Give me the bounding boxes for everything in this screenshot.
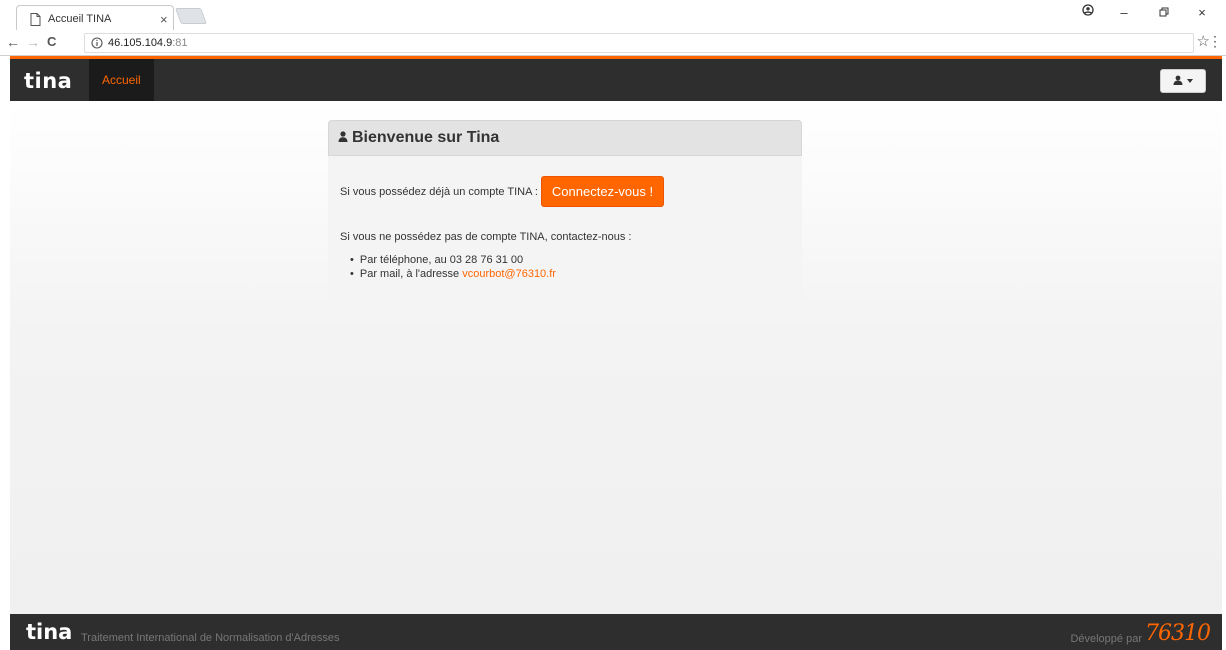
forward-icon[interactable]: → [26,34,40,50]
app-footer: tina Traitement International de Normali… [10,614,1222,650]
back-icon[interactable]: ← [6,34,20,50]
account-row: Si vous possédez déjà un compte TINA : C… [340,176,790,207]
welcome-panel: Bienvenue sur Tina Si vous possédez déjà… [328,120,802,300]
browser-toolbar: ← → C 46.105.104.9 :81 ☆ ⋮ [0,30,1226,56]
address-bar[interactable]: 46.105.104.9 :81 [84,33,1194,53]
phone-text: Par téléphone, au 03 28 76 31 00 [359,254,524,266]
nav-item-label: Accueil [102,73,141,87]
window-close-icon[interactable]: × [1192,5,1212,20]
user-icon [338,131,348,145]
minimize-icon[interactable]: – [1114,5,1134,20]
panel-title: Bienvenue sur Tina [352,129,500,146]
developer-logo[interactable]: 76310 [1145,621,1211,646]
brand-text: tina [24,69,73,93]
connect-button[interactable]: Connectez-vous ! [540,176,665,207]
restore-icon[interactable] [1154,5,1174,20]
main-content: Bienvenue sur Tina Si vous possédez déjà… [10,101,1222,614]
contact-mail: Par mail, à l'adresse vcourbot@76310.fr [350,267,790,281]
tab-title: Accueil TINA [48,13,112,25]
reload-icon[interactable]: C [47,34,56,50]
panel-body: Si vous possédez déjà un compte TINA : C… [328,156,802,281]
panel-header: Bienvenue sur Tina [328,120,802,156]
account-text: Si vous possédez déjà un compte TINA : [340,185,538,198]
footer-tagline: Traitement International de Normalisatio… [81,632,340,644]
footer-brand-text: tina [26,620,73,644]
mail-link[interactable]: vcourbot@76310.fr [462,268,556,280]
contact-phone: Par téléphone, au 03 28 76 31 00 [350,253,790,267]
chevron-down-icon [1187,79,1193,83]
tab-close-icon[interactable]: × [160,13,168,26]
profile-icon[interactable] [1078,4,1098,19]
browser-menu-icon[interactable]: ⋮ [1208,33,1222,50]
contact-list: Par téléphone, au 03 28 76 31 00 Par mai… [340,253,790,281]
url-host: 46.105.104.9 [108,37,173,49]
url-port: :81 [172,37,188,49]
browser-tab-content[interactable]: Accueil TINA × [18,8,178,30]
nav-item-accueil[interactable]: Accueil [89,59,154,101]
user-menu-button[interactable] [1160,69,1206,93]
footer-dev-text: Développé par [1070,633,1142,645]
page-icon [30,12,41,26]
user-icon [1173,74,1183,88]
new-tab-button[interactable] [175,8,207,24]
footer-brand-logo: tina [26,620,72,644]
no-account-text: Si vous ne possédez pas de compte TINA, … [340,231,632,243]
info-icon[interactable] [91,37,103,49]
browser-tabstrip: Accueil TINA × – × [0,0,1226,30]
brand-logo[interactable]: tina [24,67,72,95]
app-navbar: tina Accueil [10,56,1222,101]
mail-text: Par mail, à l'adresse [359,268,463,280]
